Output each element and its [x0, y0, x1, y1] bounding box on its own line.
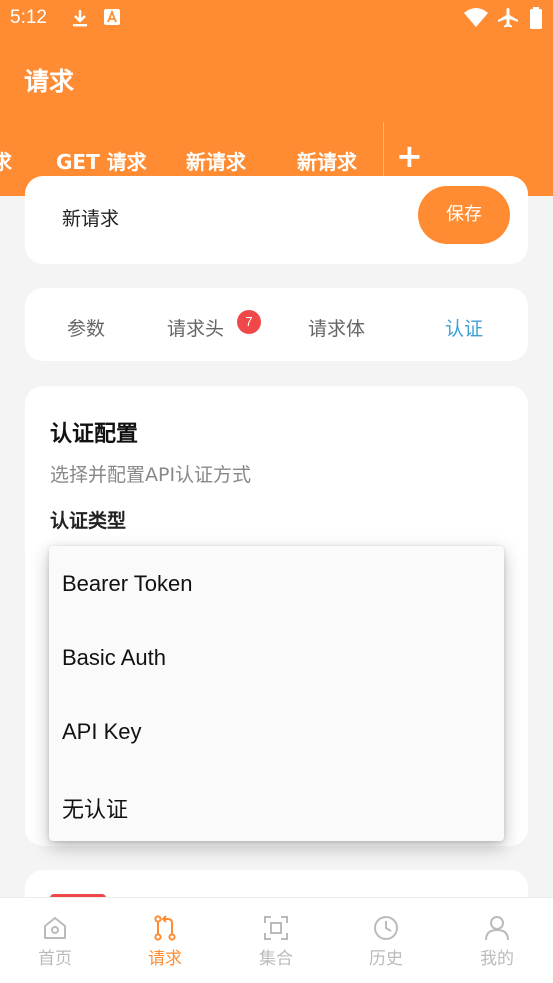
tab-auth[interactable]: 认证	[445, 314, 483, 341]
battery-icon	[530, 7, 542, 29]
app-notification-icon	[104, 9, 120, 25]
request-tab-new-1[interactable]: 新请求	[186, 146, 246, 175]
nav-history[interactable]: 历史	[331, 898, 441, 983]
nav-label: 集合	[259, 949, 293, 969]
option-no-auth[interactable]: 无认证	[62, 792, 128, 824]
option-basic-auth[interactable]: Basic Auth	[62, 645, 166, 671]
nav-collections[interactable]: 集合	[221, 898, 331, 983]
request-tab-get[interactable]: GET 请求	[56, 146, 147, 175]
save-button[interactable]: 保存	[418, 186, 510, 244]
nav-label: 首页	[38, 949, 72, 969]
home-icon	[44, 917, 66, 939]
sub-tabs-card: 参数 请求头 7 请求体 认证	[25, 288, 528, 361]
request-name: 新请求	[62, 208, 120, 230]
status-time: 5:12	[10, 7, 47, 28]
add-tab-button[interactable]: +	[396, 136, 423, 176]
app-bar: 请求	[0, 38, 553, 122]
nav-profile[interactable]: 我的	[442, 898, 552, 983]
airplane-icon	[498, 8, 518, 28]
collection-icon	[264, 916, 288, 940]
option-api-key[interactable]: API Key	[62, 719, 141, 745]
tab-params[interactable]: 参数	[67, 314, 105, 341]
auth-config-description: 选择并配置API认证方式	[50, 464, 252, 486]
download-icon	[73, 10, 87, 27]
nav-label: 请求	[148, 949, 182, 969]
pull-request-icon	[154, 915, 176, 941]
bottom-navigation: 首页 请求 集合 历史 我的	[0, 897, 553, 983]
history-clock-icon	[374, 916, 398, 940]
nav-home[interactable]: 首页	[0, 898, 110, 983]
request-tab-new-2[interactable]: 新请求	[297, 146, 357, 175]
tab-body[interactable]: 请求体	[308, 314, 365, 341]
wifi-icon	[464, 8, 488, 27]
auth-type-dropdown: Bearer Token Basic Auth API Key 无认证	[49, 546, 504, 841]
nav-label: 历史	[369, 949, 403, 969]
tab-headers[interactable]: 请求头	[167, 314, 224, 341]
headers-count-badge: 7	[237, 310, 261, 334]
status-bar: 5:12	[0, 0, 553, 38]
auth-type-label: 认证类型	[50, 510, 127, 532]
page-title: 请求	[24, 67, 75, 96]
request-name-card: 新请求 保存	[25, 176, 528, 264]
request-tab-partial[interactable]: 求	[0, 146, 12, 175]
profile-icon	[485, 916, 509, 941]
nav-requests[interactable]: 请求	[110, 898, 220, 983]
nav-label: 我的	[480, 949, 514, 969]
option-bearer-token[interactable]: Bearer Token	[62, 571, 192, 597]
auth-config-title: 认证配置	[50, 422, 139, 447]
